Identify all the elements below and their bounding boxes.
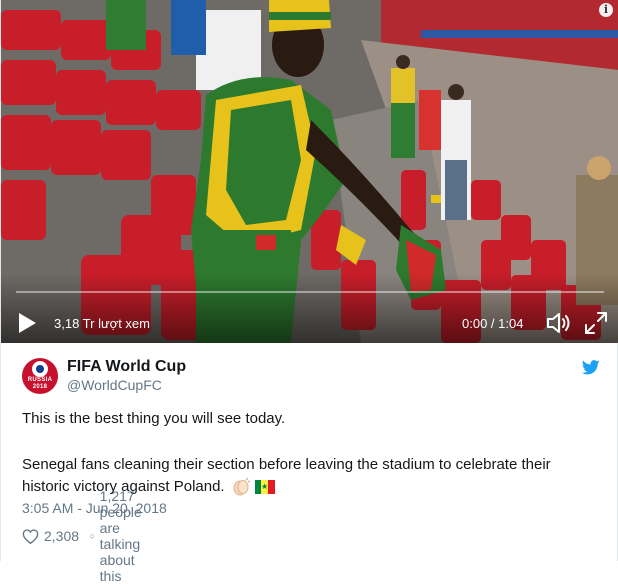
like-count: 2,308 <box>44 528 80 544</box>
avatar[interactable]: RUSSIA 2018 <box>22 358 58 394</box>
clapping-hands-emoji <box>233 478 250 496</box>
reply-button[interactable]: 1,217 people are talking about this <box>90 488 155 584</box>
senegal-flag-emoji: ★ <box>254 480 275 495</box>
info-icon[interactable]: i <box>599 3 613 17</box>
author-name[interactable]: FIFA World Cup <box>67 358 186 376</box>
like-button[interactable]: 2,308 <box>22 526 79 546</box>
video-player[interactable]: i 3,18 Tr lượt xem 0:00 / 1:04 <box>1 0 618 343</box>
reply-bubble-icon <box>90 534 95 539</box>
video-time: 0:00 / 1:04 <box>462 316 524 331</box>
fifa-emblem-icon <box>32 361 48 377</box>
avatar-text: RUSSIA 2018 <box>27 377 53 390</box>
controls-gradient <box>1 273 618 343</box>
volume-icon[interactable] <box>546 311 572 335</box>
play-icon[interactable] <box>16 312 38 334</box>
heart-icon <box>22 528 39 544</box>
fullscreen-icon[interactable] <box>584 311 608 335</box>
tweet-card: i 3,18 Tr lượt xem 0:00 / 1:04 RUSSIA 20… <box>0 0 618 584</box>
tweet-text-line1: This is the best thing you will see toda… <box>22 410 286 427</box>
author-handle[interactable]: @WorldCupFC <box>67 377 162 393</box>
replies-text: 1,217 people are talking about this <box>99 488 142 584</box>
progress-bar[interactable] <box>16 291 604 293</box>
twitter-bird-icon[interactable] <box>582 360 600 375</box>
view-count: 3,18 Tr lượt xem <box>54 316 150 331</box>
